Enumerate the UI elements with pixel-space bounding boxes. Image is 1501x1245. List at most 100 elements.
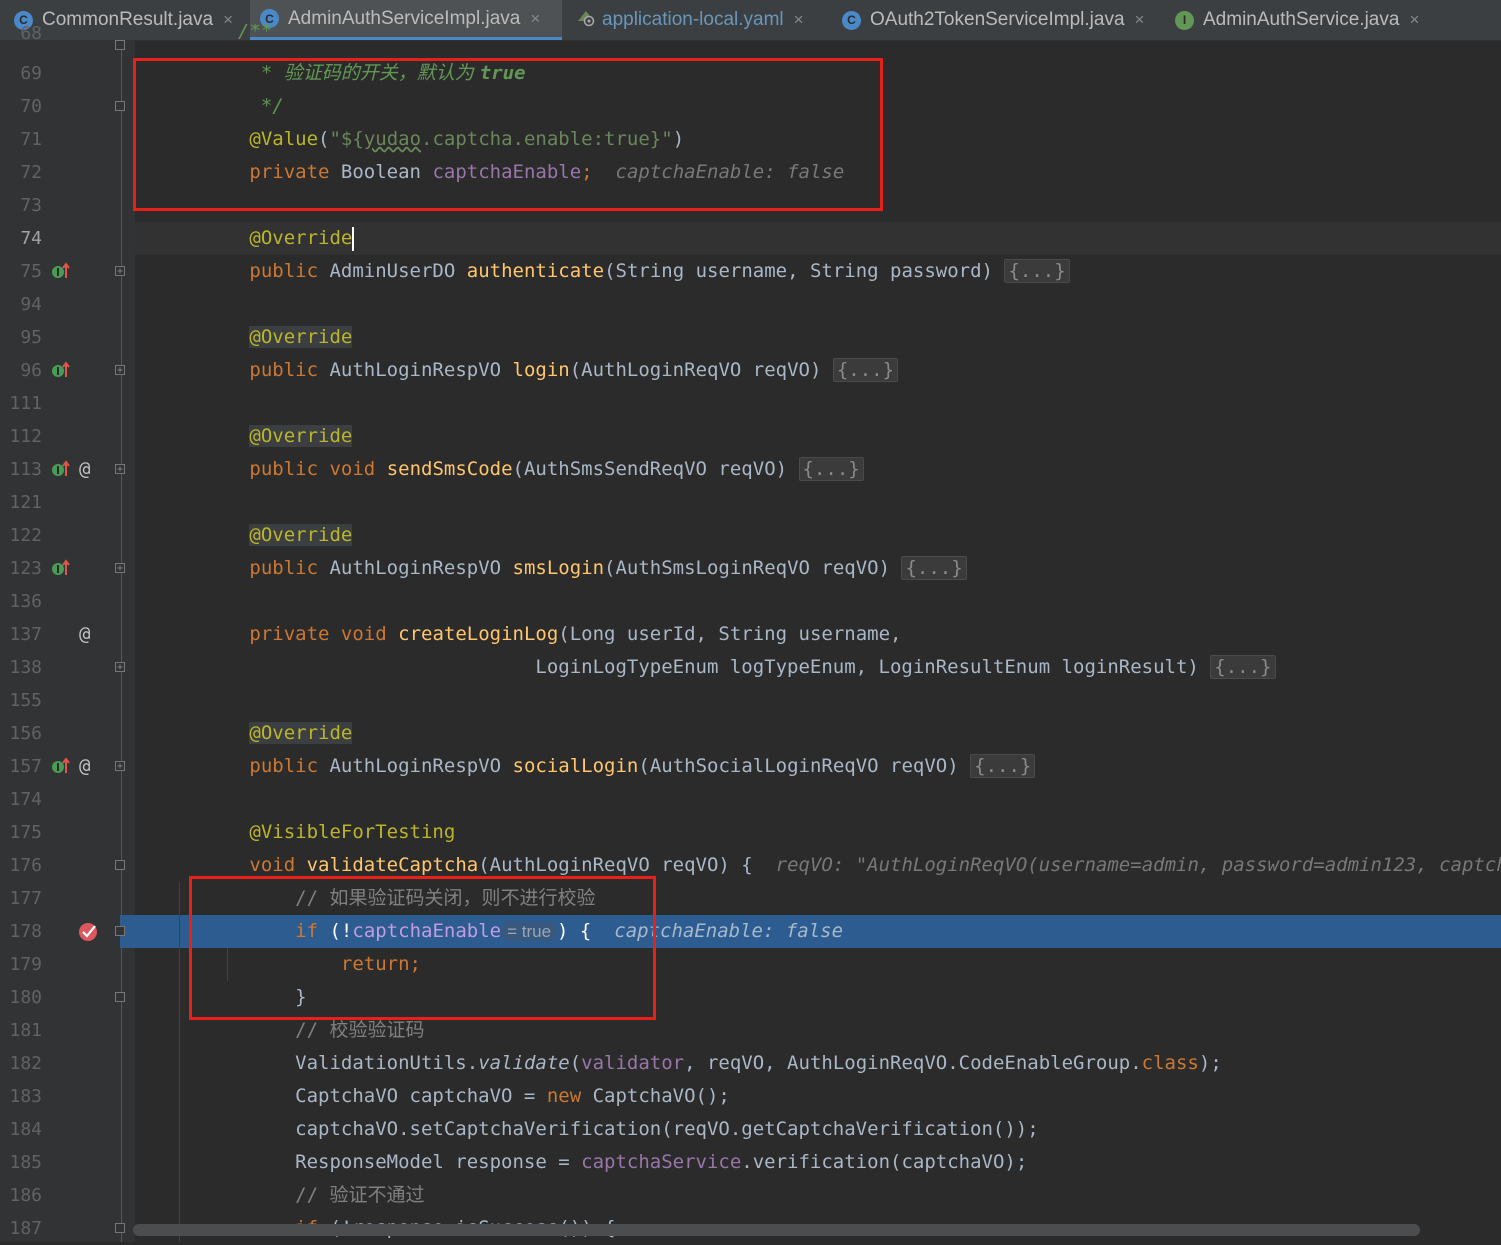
type-name: AdminUserDO	[329, 260, 456, 282]
at-sign-icon[interactable]: @	[79, 618, 90, 651]
statement: CaptchaVO();	[581, 1085, 730, 1107]
fold-expand-icon[interactable]: +	[115, 563, 125, 574]
folded-code[interactable]: {...}	[832, 358, 899, 382]
keyword: public	[249, 359, 319, 381]
line-number: 177	[9, 888, 42, 909]
code-line: // 验证不通过	[135, 1179, 1501, 1212]
fold-expand-icon[interactable]: +	[115, 761, 125, 772]
folded-code[interactable]: {...}	[798, 457, 864, 481]
keyword: public	[249, 755, 319, 777]
static-method: validate	[478, 1052, 570, 1074]
code-line: @VisibleForTesting	[135, 816, 1501, 849]
code-line: CaptchaVO captchaVO = new CaptchaVO();	[135, 1080, 1501, 1113]
line-number: 74	[20, 228, 42, 249]
line-number: 186	[9, 1185, 42, 1206]
keyword: void	[249, 854, 296, 876]
method-params: (Long userId, String username,	[558, 623, 902, 645]
method-params: (AuthSocialLoginReqVO reqVO)	[638, 755, 959, 777]
method-name: socialLogin	[512, 755, 639, 777]
line-number: 185	[9, 1152, 42, 1173]
statement: .verification(captchaVO);	[741, 1151, 1028, 1173]
code-line: @Override	[135, 717, 1501, 750]
method-name: validateCaptcha	[306, 854, 479, 876]
annotation: @Override	[249, 524, 353, 546]
keyword: private void	[249, 623, 387, 645]
folded-code[interactable]: {...}	[901, 556, 967, 580]
code-line-current: @Override	[135, 222, 1501, 255]
line-number: 70	[20, 96, 42, 117]
code-line: LoginLogTypeEnum logTypeEnum, LoginResul…	[135, 651, 1501, 684]
code-line: @Override	[135, 519, 1501, 552]
code-line: ResponseModel response = captchaService.…	[135, 1146, 1501, 1179]
line-number: 183	[9, 1086, 42, 1107]
code-line: public AuthLoginRespVO smsLogin(AuthSmsL…	[135, 552, 1501, 585]
folded-code[interactable]: {...}	[970, 754, 1036, 778]
fold-marker-icon[interactable]	[115, 926, 125, 936]
fold-marker-icon[interactable]	[115, 1223, 125, 1233]
annotation: @VisibleForTesting	[249, 821, 456, 843]
statement: CaptchaVO captchaVO =	[295, 1085, 547, 1107]
fold-expand-icon[interactable]: +	[115, 464, 125, 475]
fold-marker-icon[interactable]	[115, 992, 125, 1002]
method-params: (AuthSmsSendReqVO reqVO)	[512, 458, 788, 480]
keyword: public	[249, 260, 319, 282]
implements-method-icon[interactable]	[50, 453, 72, 486]
line-number: 72	[20, 162, 42, 183]
method-params: (AuthLoginReqVO reqVO) {	[478, 854, 753, 876]
code-line: @Override	[135, 321, 1501, 354]
line-number: 73	[20, 195, 42, 216]
debug-value-hint: reqVO: "AuthLoginReqVO(username=admin, p…	[775, 854, 1501, 876]
line-number: 75	[20, 261, 42, 282]
paren: (	[569, 1052, 582, 1074]
fold-expand-icon[interactable]: +	[115, 266, 125, 277]
implements-method-icon[interactable]	[50, 750, 72, 783]
folded-code[interactable]: {...}	[1210, 655, 1276, 679]
code-line: ValidationUtils.validate(validator, reqV…	[135, 1047, 1501, 1080]
line-number: 123	[9, 558, 42, 579]
line-number: 182	[9, 1053, 42, 1074]
line-number: 175	[9, 822, 42, 843]
method-name: sendSmsCode	[386, 458, 513, 480]
breakpoint-icon[interactable]	[78, 915, 100, 948]
code-line: @Override	[135, 420, 1501, 453]
implements-method-icon[interactable]	[50, 552, 72, 585]
line-number: 184	[9, 1119, 42, 1140]
line-number: 95	[20, 327, 42, 348]
text-caret	[352, 226, 355, 251]
line-number: 94	[20, 294, 42, 315]
code-line: public AuthLoginRespVO socialLogin(AuthS…	[135, 750, 1501, 783]
fold-marker-icon[interactable]	[115, 101, 125, 111]
line-number: 68	[20, 23, 42, 44]
field-name: captchaService	[581, 1151, 742, 1173]
line-number: 180	[9, 987, 42, 1008]
implements-method-icon[interactable]	[50, 255, 72, 288]
code-line: private void createLoginLog(Long userId,…	[135, 618, 1501, 651]
line-number: 71	[20, 129, 42, 150]
method-name: createLoginLog	[398, 623, 559, 645]
implements-method-icon[interactable]	[50, 354, 72, 387]
field-name: validator	[581, 1052, 685, 1074]
line-number: 187	[9, 1218, 42, 1239]
at-sign-icon[interactable]: @	[79, 750, 90, 783]
horizontal-scrollbar[interactable]	[133, 1224, 1420, 1236]
highlight-box-captcha-check	[189, 876, 656, 1020]
fold-marker-icon[interactable]	[115, 40, 125, 50]
fold-expand-icon[interactable]: +	[115, 662, 125, 673]
line-number: 136	[9, 591, 42, 612]
fold-expand-icon[interactable]: +	[115, 365, 125, 376]
statement: captchaVO.setCaptchaVerification(reqVO.g…	[295, 1118, 1039, 1140]
method-name: login	[512, 359, 570, 381]
fold-marker-icon[interactable]	[115, 860, 125, 870]
gutter-divider	[121, 41, 122, 1242]
type-name: AuthLoginRespVO	[329, 359, 502, 381]
at-sign-icon[interactable]: @	[79, 453, 90, 486]
folded-code[interactable]: {...}	[1004, 259, 1070, 283]
highlight-box-captcha-field	[133, 58, 883, 211]
method-params: (AuthSmsLoginReqVO reqVO)	[604, 557, 891, 579]
comment: // 验证不通过	[295, 1184, 425, 1206]
method-name: authenticate	[466, 260, 605, 282]
line-number: 179	[9, 954, 42, 975]
class-ref: ValidationUtils.	[295, 1052, 479, 1074]
annotation: @Override	[249, 722, 353, 744]
code-line: captchaVO.setCaptchaVerification(reqVO.g…	[135, 1113, 1501, 1146]
